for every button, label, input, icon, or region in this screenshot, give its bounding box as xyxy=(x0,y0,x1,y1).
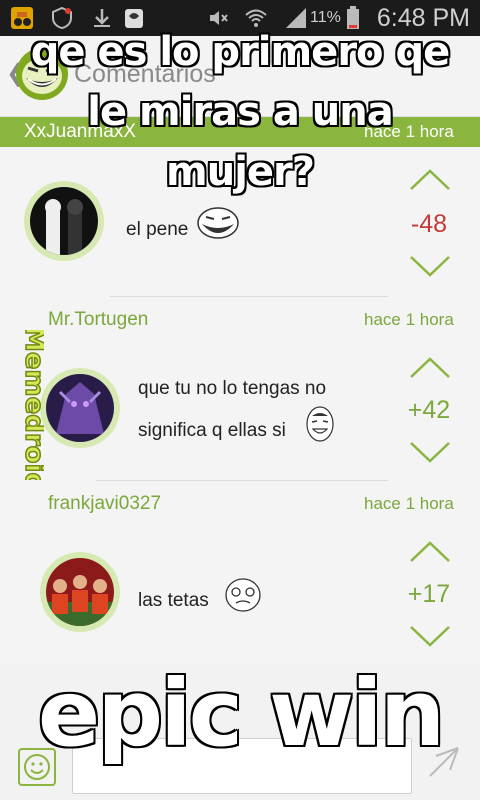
downvote-icon[interactable] xyxy=(408,440,452,464)
comment-text: el pene xyxy=(126,219,189,240)
me-gusta-face-icon xyxy=(225,578,261,612)
divider xyxy=(110,296,388,297)
divider xyxy=(96,480,388,481)
memedroid-watermark: Memedroid xyxy=(18,330,44,480)
comment-time: hace 1 hora xyxy=(364,310,454,329)
comment-time: hace 1 hora xyxy=(364,494,454,513)
comment-score: +17 xyxy=(407,580,451,608)
yao-ming-face-icon xyxy=(306,406,334,442)
downvote-icon[interactable] xyxy=(408,624,452,648)
upvote-icon[interactable] xyxy=(408,540,452,564)
avatar[interactable] xyxy=(40,552,120,632)
watermark-text: Memedroid xyxy=(19,330,44,480)
comment-text-line: significa q ellas si xyxy=(138,420,286,441)
meme-bottom-caption: epic win xyxy=(37,660,445,767)
comment-text-line: que tu no lo tengas no xyxy=(138,378,327,399)
comment-text: las tetas xyxy=(138,590,209,611)
upvote-icon[interactable] xyxy=(408,356,452,380)
troll-face-icon xyxy=(197,207,239,239)
comment-score: -48 xyxy=(410,210,448,238)
downvote-icon[interactable] xyxy=(408,254,452,278)
comment-username[interactable]: frankjavi0327 xyxy=(48,493,161,515)
comment-username[interactable]: Mr.Tortugen xyxy=(48,309,148,331)
avatar[interactable] xyxy=(40,368,120,448)
comment-score: +42 xyxy=(407,396,451,424)
meme-top-caption: qe es lo primero qe le miras a una mujer… xyxy=(30,29,450,195)
